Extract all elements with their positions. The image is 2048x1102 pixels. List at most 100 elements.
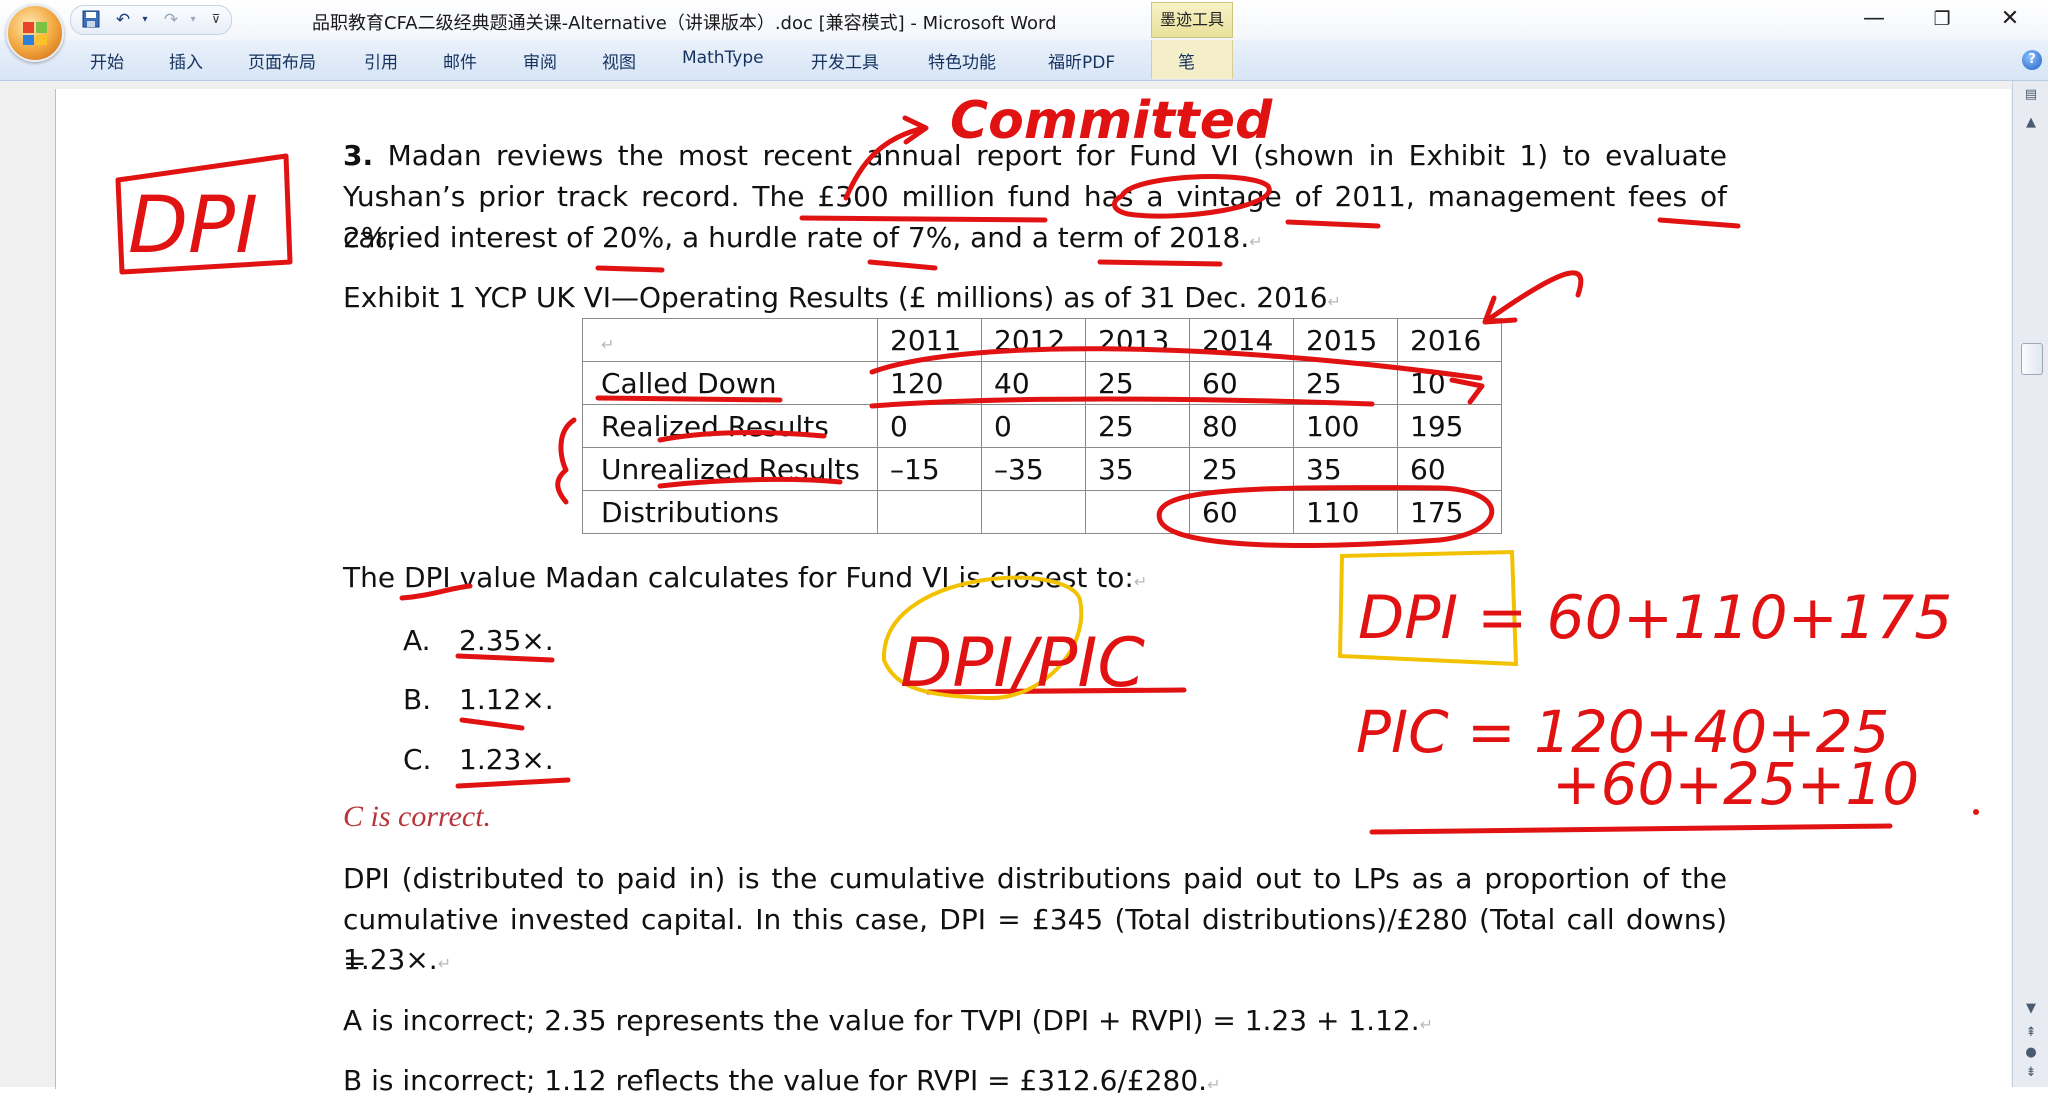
table-header-cell: 2011 <box>877 318 982 362</box>
ink-tools-context-tab: 墨迹工具 <box>1151 2 1233 38</box>
option-letter: B. <box>403 683 432 716</box>
tab-page-layout[interactable]: 页面布局 <box>248 48 316 73</box>
table-cell: 25 <box>1085 404 1190 448</box>
table-row: Called Down 120 40 25 60 25 10 <box>582 361 1502 405</box>
previous-page-icon[interactable]: ⇞ <box>2023 1025 2039 1041</box>
table-header-cell: 2012 <box>981 318 1086 362</box>
office-button[interactable] <box>6 4 64 62</box>
scroll-up-icon[interactable]: ▲ <box>2023 115 2039 131</box>
undo-dropdown-icon[interactable]: ▾ <box>135 10 155 30</box>
table-cell: 35 <box>1293 447 1398 491</box>
tab-foxit-pdf[interactable]: 福昕PDF <box>1048 48 1115 73</box>
exhibit-caption-text: Exhibit 1 YCP UK VI—Operating Results (£… <box>343 281 1328 314</box>
row-label: Realized Results <box>582 404 878 448</box>
option-text: 1.23×. <box>459 743 554 776</box>
table-header-cell: 2014 <box>1189 318 1294 362</box>
paragraph-mark: ↵ <box>1327 292 1341 311</box>
tab-insert[interactable]: 插入 <box>169 48 203 73</box>
question-line-3: carried interest of 20%, a hurdle rate o… <box>343 221 1263 259</box>
tab-view[interactable]: 视图 <box>602 48 636 73</box>
option-b: B. 1.12×. <box>403 683 554 717</box>
option-a: A. 2.35×. <box>403 624 554 658</box>
row-label: Distributions <box>582 490 878 534</box>
table-cell <box>1085 490 1190 534</box>
table-cell: 195 <box>1397 404 1502 448</box>
tab-home[interactable]: 开始 <box>90 48 124 73</box>
table-cell: 25 <box>1189 447 1294 491</box>
table-header-cell: 2015 <box>1293 318 1398 362</box>
paragraph-mark: ↵ <box>1133 572 1148 591</box>
explanation-line-1: DPI (distributed to paid in) is the cumu… <box>343 862 1727 895</box>
exhibit-table: ↵ 2011 2012 2013 2014 2015 2016 Called D… <box>582 318 1502 534</box>
paragraph-mark: ↵ <box>437 954 452 973</box>
tab-mailings[interactable]: 邮件 <box>443 48 477 73</box>
redo-dropdown-icon[interactable]: ▾ <box>183 10 203 30</box>
table-cell: 60 <box>1397 447 1502 491</box>
explanation-text-line-3: 1.23×. <box>343 943 438 976</box>
table-cell <box>877 490 982 534</box>
option-text: 1.12×. <box>459 683 554 716</box>
table-cell: 25 <box>1085 361 1190 405</box>
question-text-line-3: carried interest of 20%, a hurdle rate o… <box>343 221 1250 254</box>
table-cell: 10 <box>1397 361 1502 405</box>
table-row: Distributions 60 110 175 <box>582 490 1502 534</box>
explanation-text-line-4: A is incorrect; 2.35 represents the valu… <box>343 1004 1420 1037</box>
table-header-cell: 2016 <box>1397 318 1502 362</box>
paragraph-mark: ↵ <box>1207 1075 1221 1094</box>
table-header-cell: ↵ <box>582 318 878 362</box>
tab-developer[interactable]: 开发工具 <box>811 48 879 73</box>
tab-pen[interactable]: 笔 <box>1178 48 1195 73</box>
window-title: 品职教育CFA二级经典题通关课-Alternative（讲课版本）.doc [兼… <box>312 13 1057 34</box>
ruler-toggle-icon[interactable]: ▤ <box>2023 87 2039 103</box>
table-cell <box>981 490 1086 534</box>
minimize-icon[interactable]: — <box>1852 4 1896 34</box>
close-icon[interactable]: ✕ <box>1988 4 2032 34</box>
table-header-cell: 2013 <box>1085 318 1190 362</box>
explanation-line-5: B is incorrect; 1.12 reflects the value … <box>343 1064 1220 1102</box>
tab-mathtype[interactable]: MathType <box>682 48 764 68</box>
select-browse-object-icon[interactable]: ● <box>2023 1045 2039 1061</box>
office-logo-icon <box>23 22 47 45</box>
tab-references[interactable]: 引用 <box>364 48 398 73</box>
customize-qat-icon[interactable]: ⊽ <box>206 9 226 29</box>
scrollbar-thumb[interactable] <box>2021 343 2043 375</box>
explanation-text-line-5: B is incorrect; 1.12 reflects the value … <box>343 1064 1208 1097</box>
table-cell: 60 <box>1189 490 1294 534</box>
restore-icon[interactable]: ❐ <box>1920 4 1964 34</box>
next-page-icon[interactable]: ⇟ <box>2023 1065 2039 1081</box>
title-bar: ↶ ▾ ↷ ▾ ⊽ 品职教育CFA二级经典题通关课-Alternative（讲课… <box>0 0 2048 41</box>
paragraph-mark: ↵ <box>1249 232 1263 251</box>
row-label: Unrealized Results <box>582 447 878 491</box>
table-cell: 35 <box>1085 447 1190 491</box>
table-cell: –35 <box>981 447 1086 491</box>
undo-icon[interactable]: ↶ <box>113 10 133 30</box>
table-cell: 25 <box>1293 361 1398 405</box>
table-cell: 175 <box>1397 490 1502 534</box>
question-text-line-1: Madan reviews the most recent annual rep… <box>387 139 1727 172</box>
scroll-down-icon[interactable]: ▼ <box>2023 1001 2039 1017</box>
table-cell: 40 <box>981 361 1086 405</box>
question-prompt-text: The DPI value Madan calculates for Fund … <box>343 561 1134 594</box>
save-icon[interactable] <box>81 10 101 30</box>
exhibit-caption: Exhibit 1 YCP UK VI—Operating Results (£… <box>343 281 1341 319</box>
question-prompt: The DPI value Madan calculates for Fund … <box>343 561 1147 599</box>
table-cell: 120 <box>877 361 982 405</box>
row-label: Called Down <box>582 361 878 405</box>
explanation-line-3: 1.23×.↵ <box>343 943 451 981</box>
table-cell: 60 <box>1189 361 1294 405</box>
table-cell: 0 <box>981 404 1086 448</box>
correct-answer-label: C is correct. <box>343 800 492 833</box>
help-icon[interactable]: ? <box>2022 50 2042 70</box>
option-letter: C. <box>403 743 432 776</box>
tab-special-features[interactable]: 特色功能 <box>928 48 996 73</box>
ribbon-tab-bar: 开始 插入 页面布局 引用 邮件 审阅 视图 MathType 开发工具 特色功… <box>0 40 2048 81</box>
table-cell: –15 <box>877 447 982 491</box>
table-header-row: ↵ 2011 2012 2013 2014 2015 2016 <box>582 318 1502 362</box>
table-cell: 0 <box>877 404 982 448</box>
table-cell: 100 <box>1293 404 1398 448</box>
explanation-line-2: cumulative invested capital. In this cas… <box>343 903 1727 977</box>
tab-review[interactable]: 审阅 <box>523 48 557 73</box>
paragraph-mark: ↵ <box>1419 1015 1433 1034</box>
redo-icon[interactable]: ↷ <box>161 10 181 30</box>
vertical-scrollbar[interactable]: ▤ ▲ ▼ ⇞ ● ⇟ <box>2012 81 2048 1087</box>
